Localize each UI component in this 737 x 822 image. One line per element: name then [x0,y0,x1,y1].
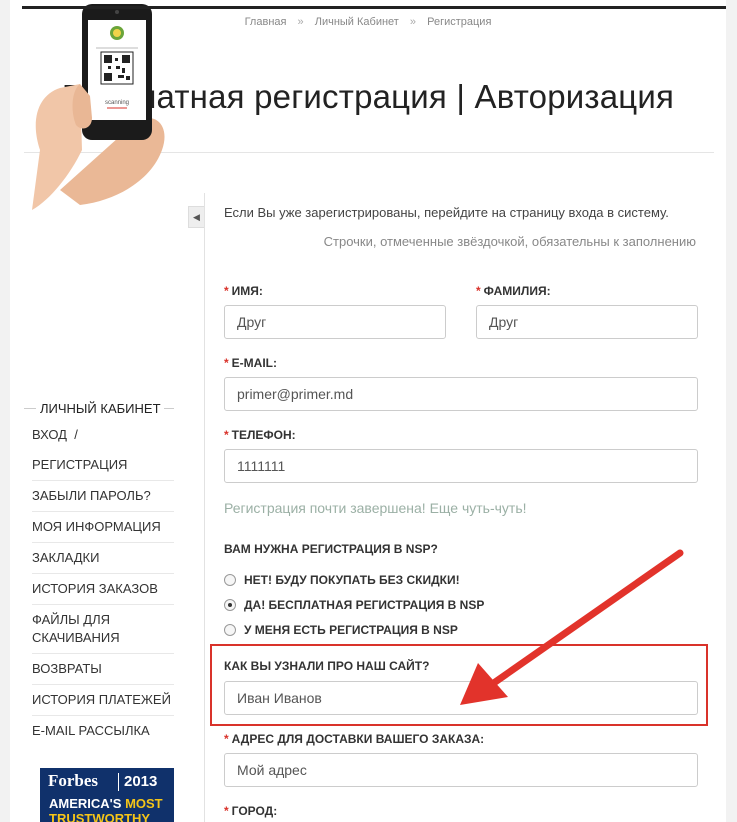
radio-button-checked[interactable] [224,599,236,611]
phone-label: * ТЕЛЕФОН: [224,428,296,442]
sidebar-item-order-history[interactable]: ИСТОРИЯ ЗАКАЗОВ [32,574,174,605]
first-name-label: * ИМЯ: [224,284,263,298]
nsp-option-yes[interactable]: ДА! БЕСПЛАТНАЯ РЕГИСТРАЦИЯ В NSP [224,598,484,612]
top-border-bar [22,6,726,9]
breadcrumb-separator: » [409,16,417,28]
city-label: * ГОРОД: [224,804,278,818]
login-intro-text[interactable]: Если Вы уже зарегистрированы, перейдите … [224,205,669,220]
sidebar-item-my-info[interactable]: МОЯ ИНФОРМАЦИЯ [32,512,174,543]
required-fields-note: Строчки, отмеченные звёздочкой, обязател… [323,234,696,249]
phone-qr-illustration: scanning [20,0,170,210]
caret-left-icon: ◀ [193,212,200,222]
registration-hint: Регистрация почти завершена! Еще чуть-чу… [224,500,527,516]
nsp-option-no[interactable]: НЕТ! БУДУ ПОКУПАТЬ БЕЗ СКИДКИ! [224,573,460,587]
sidebar-item-bookmarks[interactable]: ЗАКЛАДКИ [32,543,174,574]
sidebar-item-login[interactable]: ВХОД / [32,420,174,450]
forbes-logo-text: Forbes [48,771,99,790]
phone-caption: scanning [105,100,129,106]
last-name-input[interactable]: Друг [476,305,698,339]
sidebar-item-downloads[interactable]: ФАЙЛЫ ДЛЯ СКАЧИВАНИЯ [32,605,174,654]
sidebar-item-newsletter[interactable]: E-MAIL РАССЫЛКА [32,716,174,746]
sidebar-item-returns[interactable]: ВОЗВРАТЫ [32,654,174,685]
referral-label: КАК ВЫ УЗНАЛИ ПРО НАШ САЙТ? [224,659,430,673]
phone-input[interactable]: 1111111 [224,449,698,483]
breadcrumb-account-link[interactable]: Личный Кабинет [315,16,399,28]
address-input[interactable]: Мой адрес [224,753,698,787]
sidebar-item-registration[interactable]: РЕГИСТРАЦИЯ [32,450,174,481]
first-name-input[interactable]: Друг [224,305,446,339]
breadcrumb-current: Регистрация [427,16,492,28]
address-label: * АДРЕС ДЛЯ ДОСТАВКИ ВАШЕГО ЗАКАЗА: [224,732,485,746]
email-input[interactable]: primer@primer.md [224,377,698,411]
forbes-year: 2013 [124,773,158,790]
sidebar-item-forgot-password[interactable]: ЗАБЫЛИ ПАРОЛЬ? [32,481,174,512]
email-label: * E-MAIL: [224,356,277,370]
radio-button[interactable] [224,624,236,636]
page: Главная » Личный Кабинет » Регистрация Б… [10,0,726,822]
sidebar-item-payment-history[interactable]: ИСТОРИЯ ПЛАТЕЖЕЙ [32,685,174,716]
content-divider [204,193,205,822]
nsp-question-label: ВАМ НУЖНА РЕГИСТРАЦИЯ В NSP? [224,542,438,556]
referral-input[interactable]: Иван Иванов [224,681,698,715]
breadcrumb-separator: » [297,16,304,28]
forbes-line1: AMERICA'S MOST [49,796,163,811]
sidebar-menu: ВХОД / РЕГИСТРАЦИЯ ЗАБЫЛИ ПАРОЛЬ? МОЯ ИН… [32,420,174,746]
radio-button[interactable] [224,574,236,586]
last-name-label: * ФАМИЛИЯ: [476,284,551,298]
forbes-line2: TRUSTWORTHY [49,811,151,822]
collapse-sidebar-button[interactable]: ◀ [188,206,204,228]
breadcrumb-home-link[interactable]: Главная [245,16,287,28]
nsp-option-have[interactable]: У МЕНЯ ЕСТЬ РЕГИСТРАЦИЯ В NSP [224,623,458,637]
forbes-badge: Forbes 2013 AMERICA'S MOST TRUSTWORTHY [40,768,174,822]
